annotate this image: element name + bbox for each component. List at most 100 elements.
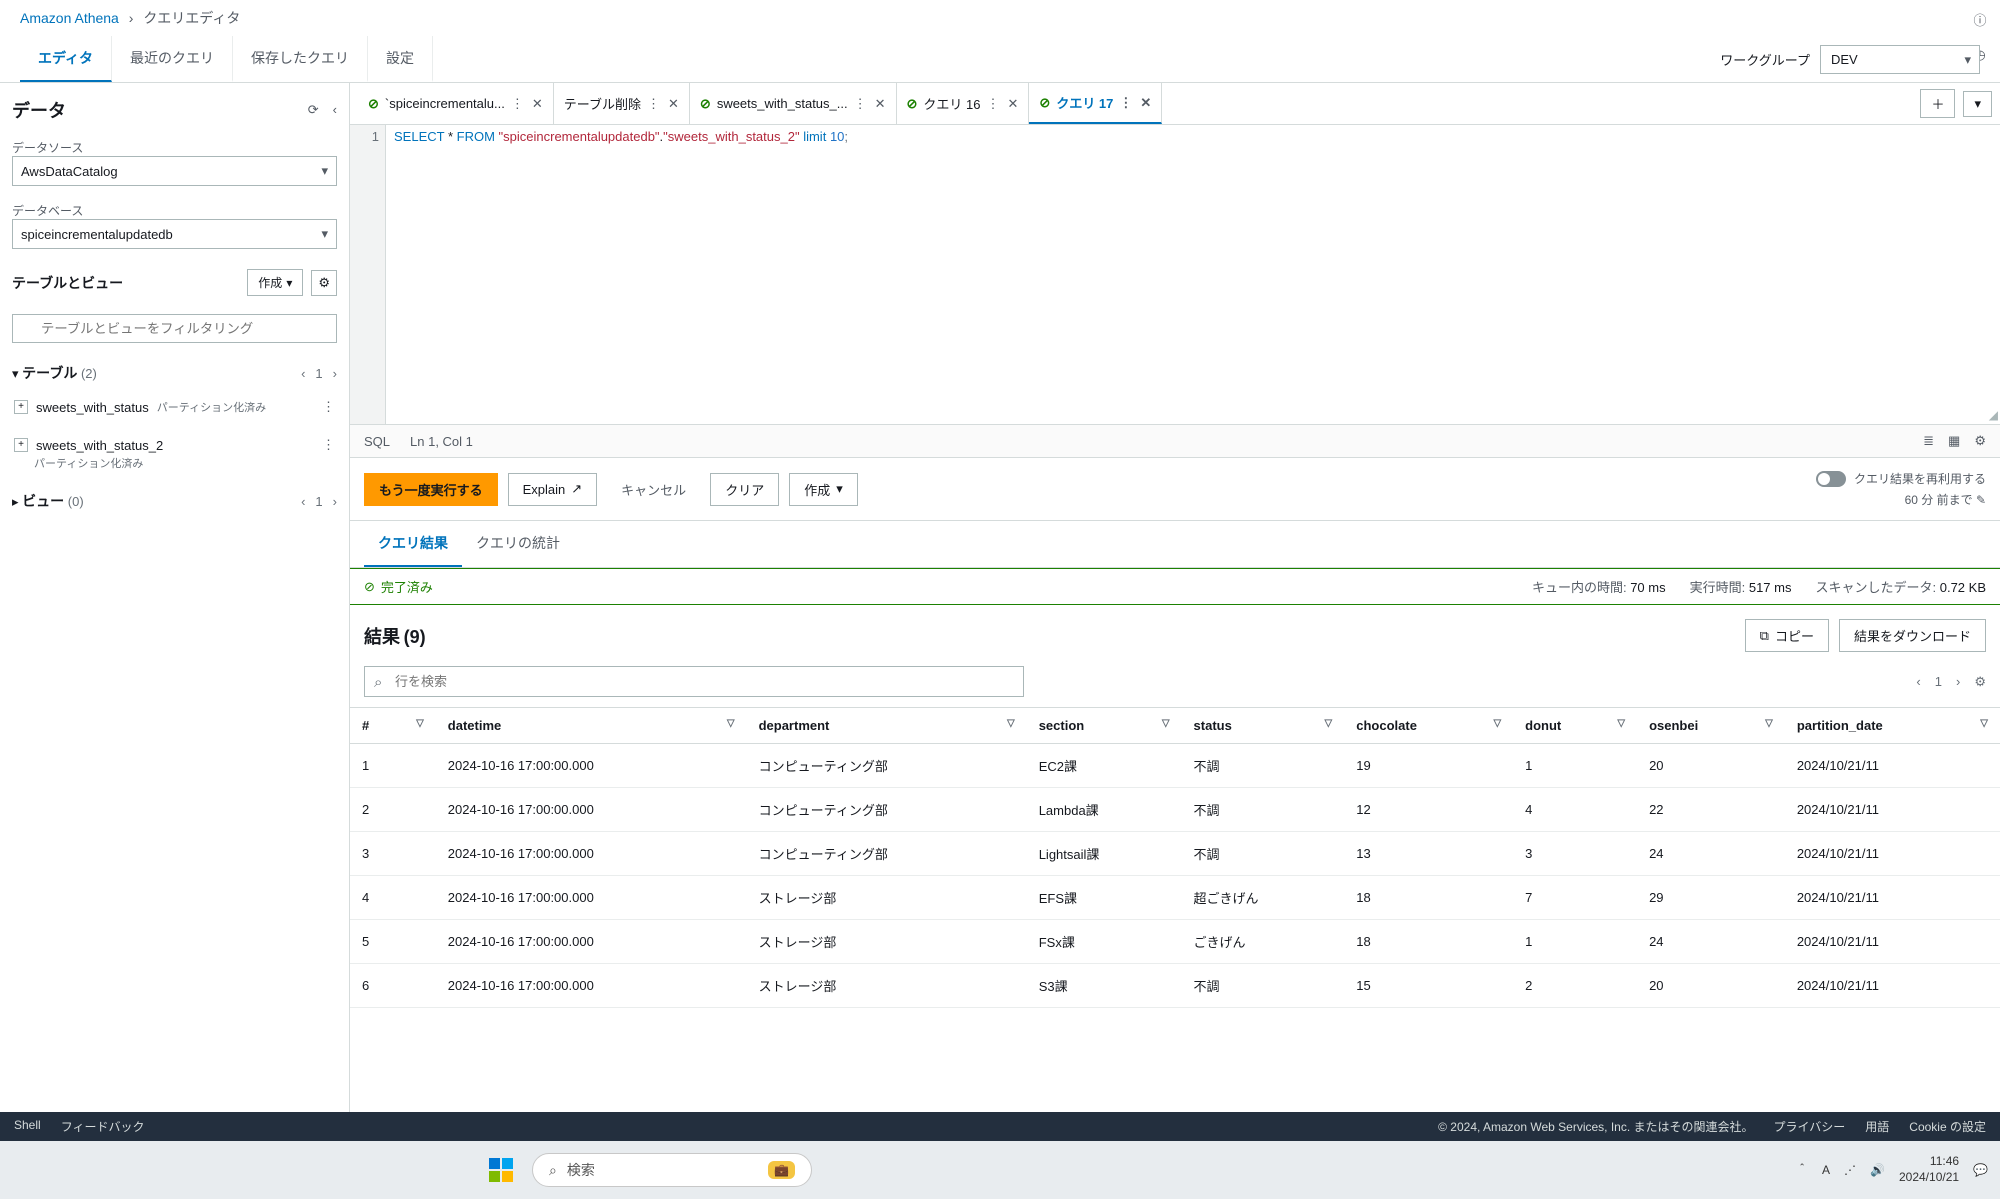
menu-icon[interactable]: ⋮ [322, 437, 335, 453]
table-row[interactable]: 62024-10-16 17:00:00.000ストレージ部S3課不調15220… [350, 964, 2000, 1008]
gear-icon[interactable]: ⚙ [311, 270, 337, 296]
close-icon[interactable]: ✕ [668, 96, 679, 112]
close-icon[interactable]: ✕ [1140, 95, 1151, 111]
table-cell: 4 [1513, 788, 1637, 832]
tab-saved[interactable]: 保存したクエリ [233, 36, 368, 82]
add-tab-button[interactable]: ＋ [1920, 89, 1955, 118]
column-header[interactable]: datetime▽ [436, 708, 747, 744]
clock[interactable]: 11:46 2024/10/21 [1899, 1154, 1959, 1185]
query-tab[interactable]: ⊘ sweets_with_status_... ⋮ ✕ [690, 83, 897, 124]
resize-handle-icon[interactable]: ◢ [1989, 408, 1998, 422]
page-prev-icon[interactable]: ‹ [1916, 674, 1920, 689]
notification-icon[interactable]: 💬 [1973, 1163, 1988, 1177]
gear-icon[interactable]: ⚙ [1974, 674, 1986, 690]
query-tab-active[interactable]: ⊘ クエリ 17 ⋮ ✕ [1029, 83, 1162, 124]
column-header[interactable]: status▽ [1182, 708, 1345, 744]
table-cell: 2024/10/21/11 [1785, 876, 2000, 920]
chevron-left-icon[interactable]: ‹ [333, 102, 337, 118]
wrap-icon[interactable]: ≣ [1923, 433, 1934, 449]
query-tab[interactable]: ⊘ クエリ 16 ⋮ ✕ [897, 83, 1030, 124]
caret-right-icon[interactable]: ▸ [12, 494, 19, 509]
close-icon[interactable]: ✕ [1008, 96, 1019, 112]
tab-menu-button[interactable]: ▾ [1963, 91, 1992, 117]
page-prev-icon[interactable]: ‹ [301, 366, 305, 381]
menu-icon[interactable]: ⋮ [322, 399, 335, 415]
speaker-icon[interactable]: 🔊 [1870, 1163, 1885, 1177]
expand-icon[interactable]: + [14, 438, 28, 452]
table-row[interactable]: 22024-10-16 17:00:00.000コンピューティング部Lambda… [350, 788, 2000, 832]
create-dropdown[interactable]: 作成▾ [789, 473, 858, 506]
system-tray[interactable]: ＾ A ⋰ 🔊 11:46 2024/10/21 💬 [1796, 1154, 1988, 1185]
info-icon[interactable]: ⓘ [1973, 10, 1986, 29]
sidebar: データ ⟳ ‹ データソース AwsDataCatalog ▾ データベース s… [0, 83, 350, 1112]
results-search-input[interactable] [364, 666, 1024, 697]
datasource-select[interactable]: AwsDataCatalog ▾ [12, 156, 337, 186]
table-row[interactable]: 42024-10-16 17:00:00.000ストレージ部EFS課超ごきげん1… [350, 876, 2000, 920]
close-icon[interactable]: ✕ [532, 96, 543, 112]
close-icon[interactable]: ✕ [875, 96, 886, 112]
sql-editor[interactable]: 1 SELECT * FROM "spiceincrementalupdated… [350, 125, 2000, 425]
workgroup-select[interactable]: DEV [1820, 45, 1980, 74]
ime-icon[interactable]: A [1822, 1163, 1830, 1177]
database-select[interactable]: spiceincrementalupdatedb ▾ [12, 219, 337, 249]
tray-chevron-icon[interactable]: ＾ [1796, 1162, 1808, 1179]
footer-privacy[interactable]: プライバシー [1774, 1118, 1846, 1135]
layout-icon[interactable]: ▦ [1948, 433, 1960, 449]
table-row[interactable]: 32024-10-16 17:00:00.000コンピューティング部Lights… [350, 832, 2000, 876]
table-row[interactable]: 52024-10-16 17:00:00.000ストレージ部FSx課ごきげん18… [350, 920, 2000, 964]
edit-icon[interactable]: ✎ [1976, 493, 1986, 507]
menu-icon[interactable]: ⋮ [1119, 95, 1132, 111]
code-area[interactable]: SELECT * FROM "spiceincrementalupdatedb"… [386, 125, 2000, 424]
column-header[interactable]: donut▽ [1513, 708, 1637, 744]
clear-button[interactable]: クリア [710, 473, 779, 506]
menu-icon[interactable]: ⋮ [987, 96, 1000, 112]
menu-icon[interactable]: ⋮ [854, 96, 867, 112]
footer-shell[interactable]: Shell [14, 1118, 41, 1135]
wifi-icon[interactable]: ⋰ [1844, 1163, 1856, 1177]
query-tab[interactable]: ⊘ `spiceincrementalu... ⋮ ✕ [358, 83, 554, 124]
run-button[interactable]: もう一度実行する [364, 473, 498, 506]
filter-input[interactable] [12, 314, 337, 343]
table-cell: ストレージ部 [747, 920, 1027, 964]
page-next-icon[interactable]: › [333, 366, 337, 381]
table-item[interactable]: + sweets_with_status パーティション化済み ⋮ [12, 393, 337, 421]
start-button[interactable] [480, 1149, 522, 1191]
table-row[interactable]: 12024-10-16 17:00:00.000コンピューティング部EC2課不調… [350, 744, 2000, 788]
reuse-toggle[interactable] [1816, 471, 1846, 487]
column-header[interactable]: #▽ [350, 708, 436, 744]
footer-terms[interactable]: 用語 [1865, 1118, 1889, 1135]
column-header[interactable]: osenbei▽ [1637, 708, 1785, 744]
caret-down-icon[interactable]: ▾ [12, 366, 19, 381]
menu-icon[interactable]: ⋮ [647, 96, 660, 112]
page-next-icon[interactable]: › [333, 494, 337, 509]
table-cell: 4 [350, 876, 436, 920]
download-button[interactable]: 結果をダウンロード [1839, 619, 1986, 652]
explain-button[interactable]: Explain↗ [508, 473, 598, 506]
tab-recent[interactable]: 最近のクエリ [112, 36, 233, 82]
footer-cookie[interactable]: Cookie の設定 [1909, 1118, 1986, 1135]
top-tabs: エディタ 最近のクエリ 保存したクエリ 設定 [20, 36, 433, 82]
tab-results[interactable]: クエリ結果 [364, 521, 462, 567]
expand-icon[interactable]: + [14, 400, 28, 414]
table-cell: 2024/10/21/11 [1785, 920, 2000, 964]
column-header[interactable]: chocolate▽ [1344, 708, 1513, 744]
taskbar-search[interactable]: ⌕ 検索 💼 [532, 1153, 812, 1187]
footer-feedback[interactable]: フィードバック [61, 1118, 145, 1135]
tab-settings[interactable]: 設定 [368, 36, 433, 82]
tab-editor[interactable]: エディタ [20, 36, 112, 82]
column-header[interactable]: department▽ [747, 708, 1027, 744]
table-cell: コンピューティング部 [747, 832, 1027, 876]
refresh-icon[interactable]: ⟳ [308, 102, 319, 118]
column-header[interactable]: partition_date▽ [1785, 708, 2000, 744]
query-tab[interactable]: テーブル削除 ⋮ ✕ [554, 83, 690, 124]
page-next-icon[interactable]: › [1956, 674, 1960, 689]
create-button[interactable]: 作成 ▾ [247, 269, 303, 296]
copy-button[interactable]: ⧉コピー [1745, 619, 1829, 652]
page-prev-icon[interactable]: ‹ [301, 494, 305, 509]
gear-icon[interactable]: ⚙ [1974, 433, 1986, 449]
breadcrumb-service[interactable]: Amazon Athena [20, 10, 119, 26]
tab-stats[interactable]: クエリの統計 [462, 521, 574, 567]
menu-icon[interactable]: ⋮ [511, 96, 524, 112]
column-header[interactable]: section▽ [1027, 708, 1182, 744]
cancel-button[interactable]: キャンセル [607, 473, 700, 506]
